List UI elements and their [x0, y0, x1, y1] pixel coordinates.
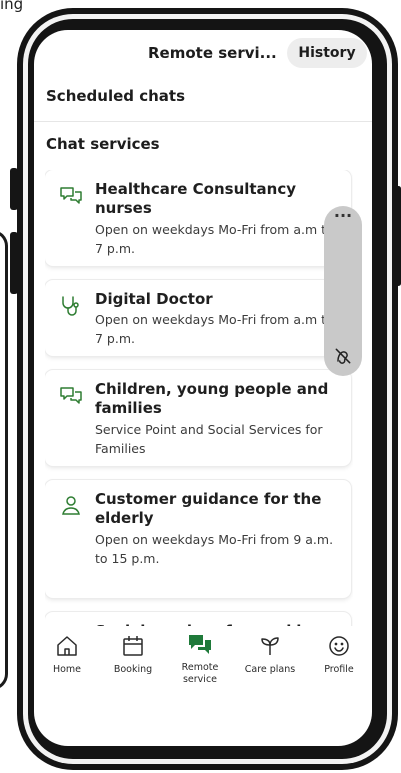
floating-assistant-panel[interactable]: ···: [324, 206, 362, 376]
service-description: Open on weekdays Mo-Fri from 9 a.m. to 1…: [95, 532, 334, 566]
nav-label: Care plans: [244, 664, 296, 675]
nav-item-care-plans[interactable]: Care plans: [237, 634, 303, 676]
service-title: Digital Doctor: [95, 290, 213, 308]
service-description: Service Point and Social Services for Fa…: [95, 422, 323, 456]
sprout-icon: [261, 637, 279, 655]
service-description: Open on weekdays Mo-Fri from a.m to 7 p.…: [95, 312, 334, 346]
service-card-elderly-guidance[interactable]: Customer guidance for the elderly Open o…: [45, 480, 351, 598]
service-card-digital-doctor[interactable]: Digital Doctor Open on weekdays Mo-Fri f…: [45, 280, 351, 356]
chat-services-heading: Chat services: [46, 135, 160, 153]
service-description: Open on weekdays Mo-Fri from a.m to 7 p.…: [95, 222, 334, 256]
phone-side-button-left-2: [10, 232, 18, 294]
nav-label: Remote service: [181, 662, 219, 685]
phone-side-button-right: [396, 186, 401, 286]
stethoscope-icon: [62, 296, 79, 316]
scheduled-chats-heading[interactable]: Scheduled chats: [46, 87, 185, 105]
smiley-icon: [329, 636, 349, 656]
nav-item-profile[interactable]: Profile: [306, 634, 372, 676]
home-icon: [57, 636, 77, 656]
nav-item-booking[interactable]: Booking: [100, 634, 166, 676]
background-text-fragment: ing: [0, 0, 24, 13]
history-button[interactable]: History: [287, 38, 367, 68]
service-card-children-families[interactable]: Children, young people and families Serv…: [45, 370, 351, 466]
chat-bubbles-icon: [60, 387, 82, 404]
section-divider: [34, 121, 372, 122]
chat-filled-icon: [189, 635, 211, 654]
app-screen: Remote servi... History Scheduled chats …: [34, 30, 372, 746]
mute-icon[interactable]: [333, 346, 353, 366]
nav-label: Booking: [113, 664, 153, 675]
people-icon: [62, 496, 80, 515]
nav-label: Profile: [324, 664, 354, 675]
chat-bubbles-icon: [60, 187, 82, 204]
service-title: Healthcare Consultancy nurses: [95, 180, 297, 217]
service-title: Children, young people and families: [95, 380, 329, 417]
bottom-navigation: Home Booking Remote service Care plans P…: [34, 626, 372, 702]
chat-services-list[interactable]: Healthcare Consultancy nurses Open on we…: [45, 170, 353, 630]
service-card-healthcare-nurses[interactable]: Healthcare Consultancy nurses Open on we…: [45, 170, 351, 266]
calendar-icon: [123, 636, 143, 656]
nav-item-home[interactable]: Home: [34, 634, 100, 676]
page-title: Remote servi...: [148, 44, 277, 62]
background-phone-edge: [0, 230, 8, 690]
header: Remote servi... History: [34, 30, 372, 80]
nav-label: Home: [52, 664, 82, 675]
service-title: Customer guidance for the elderly: [95, 490, 322, 527]
more-menu-icon[interactable]: ···: [324, 206, 362, 225]
phone-side-button-left-1: [10, 168, 18, 210]
nav-item-remote-service[interactable]: Remote service: [167, 634, 233, 686]
